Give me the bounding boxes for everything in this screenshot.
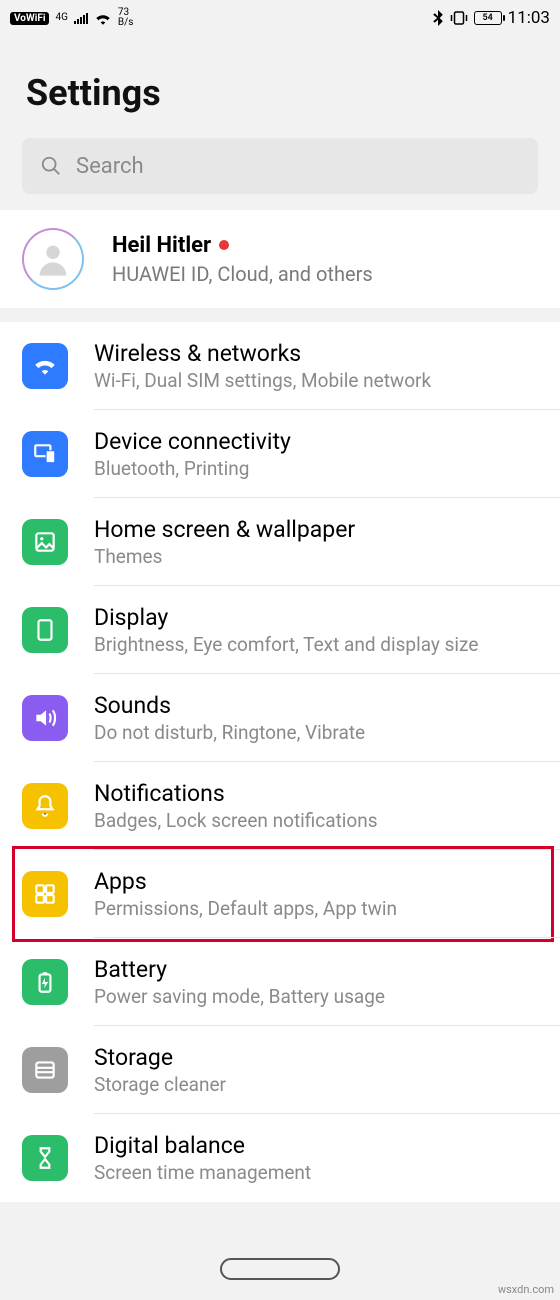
row-subtitle: Screen time management <box>94 1161 560 1184</box>
vowifi-badge: VoWiFi <box>10 12 49 25</box>
settings-row-sound[interactable]: SoundsDo not disturb, Ringtone, Vibrate <box>0 674 560 762</box>
status-right: 54 11:03 <box>432 8 550 28</box>
row-subtitle: Permissions, Default apps, App twin <box>94 897 560 920</box>
row-subtitle: Storage cleaner <box>94 1073 560 1096</box>
row-title: Display <box>94 604 560 631</box>
row-text: DisplayBrightness, Eye comfort, Text and… <box>94 604 560 656</box>
row-text: AppsPermissions, Default apps, App twin <box>94 868 560 920</box>
clock: 11:03 <box>508 8 550 28</box>
row-text: Device connectivityBluetooth, Printing <box>94 428 560 480</box>
signal-icon <box>74 12 88 24</box>
search-placeholder: Search <box>76 154 144 179</box>
settings-row-battery[interactable]: BatteryPower saving mode, Battery usage <box>0 938 560 1026</box>
row-text: BatteryPower saving mode, Battery usage <box>94 956 560 1008</box>
wallpaper-icon <box>22 519 68 565</box>
row-title: Home screen & wallpaper <box>94 516 560 543</box>
row-title: Storage <box>94 1044 560 1071</box>
devices-icon <box>22 431 68 477</box>
vibrate-icon <box>450 10 468 26</box>
storage-icon <box>22 1047 68 1093</box>
account-subtitle: HUAWEI ID, Cloud, and others <box>112 262 373 286</box>
row-text: NotificationsBadges, Lock screen notific… <box>94 780 560 832</box>
avatar <box>22 228 84 290</box>
nav-pill[interactable] <box>220 1258 340 1280</box>
display-icon <box>22 607 68 653</box>
settings-row-storage[interactable]: StorageStorage cleaner <box>0 1026 560 1114</box>
row-title: Notifications <box>94 780 560 807</box>
notification-dot-icon <box>219 240 229 250</box>
watermark: wsxdn.com <box>498 1283 554 1296</box>
search-icon <box>40 155 62 177</box>
row-text: StorageStorage cleaner <box>94 1044 560 1096</box>
row-subtitle: Do not disturb, Ringtone, Vibrate <box>94 721 560 744</box>
apps-icon <box>22 871 68 917</box>
row-subtitle: Brightness, Eye comfort, Text and displa… <box>94 633 560 656</box>
battery-icon <box>22 959 68 1005</box>
search-input[interactable]: Search <box>22 138 538 194</box>
row-subtitle: Power saving mode, Battery usage <box>94 985 560 1008</box>
row-subtitle: Badges, Lock screen notifications <box>94 809 560 832</box>
bell-icon <box>22 783 68 829</box>
row-subtitle: Wi-Fi, Dual SIM settings, Mobile network <box>94 369 560 392</box>
row-title: Wireless & networks <box>94 340 560 367</box>
row-text: Wireless & networksWi-Fi, Dual SIM setti… <box>94 340 560 392</box>
page-title: Settings <box>0 36 560 138</box>
settings-row-bell[interactable]: NotificationsBadges, Lock screen notific… <box>0 762 560 850</box>
row-title: Device connectivity <box>94 428 560 455</box>
account-text: Heil Hitler HUAWEI ID, Cloud, and others <box>112 233 373 286</box>
network-gen: 4G <box>55 13 67 23</box>
account-row[interactable]: Heil Hitler HUAWEI ID, Cloud, and others <box>0 210 560 308</box>
row-text: SoundsDo not disturb, Ringtone, Vibrate <box>94 692 560 744</box>
wifi-status-icon <box>94 11 112 25</box>
row-text: Home screen & wallpaperThemes <box>94 516 560 568</box>
settings-row-apps[interactable]: AppsPermissions, Default apps, App twin <box>0 850 560 938</box>
hourglass-icon <box>22 1135 68 1181</box>
bluetooth-icon <box>432 10 444 26</box>
settings-row-wallpaper[interactable]: Home screen & wallpaperThemes <box>0 498 560 586</box>
row-title: Apps <box>94 868 560 895</box>
wifi-icon <box>22 343 68 389</box>
status-bar: VoWiFi 4G 73 B/s 54 11:03 <box>0 0 560 36</box>
row-text: Digital balanceScreen time management <box>94 1132 560 1184</box>
settings-list: Wireless & networksWi-Fi, Dual SIM setti… <box>0 322 560 1202</box>
row-title: Sounds <box>94 692 560 719</box>
row-subtitle: Themes <box>94 545 560 568</box>
row-title: Digital balance <box>94 1132 560 1159</box>
row-subtitle: Bluetooth, Printing <box>94 457 560 480</box>
battery-icon: 54 <box>474 11 502 25</box>
sound-icon <box>22 695 68 741</box>
settings-row-hourglass[interactable]: Digital balanceScreen time management <box>0 1114 560 1202</box>
settings-row-display[interactable]: DisplayBrightness, Eye comfort, Text and… <box>0 586 560 674</box>
settings-row-wifi[interactable]: Wireless & networksWi-Fi, Dual SIM setti… <box>0 322 560 410</box>
net-speed: 73 B/s <box>118 8 134 28</box>
settings-row-devices[interactable]: Device connectivityBluetooth, Printing <box>0 410 560 498</box>
row-title: Battery <box>94 956 560 983</box>
status-left: VoWiFi 4G 73 B/s <box>10 8 133 28</box>
account-name: Heil Hitler <box>112 233 211 258</box>
